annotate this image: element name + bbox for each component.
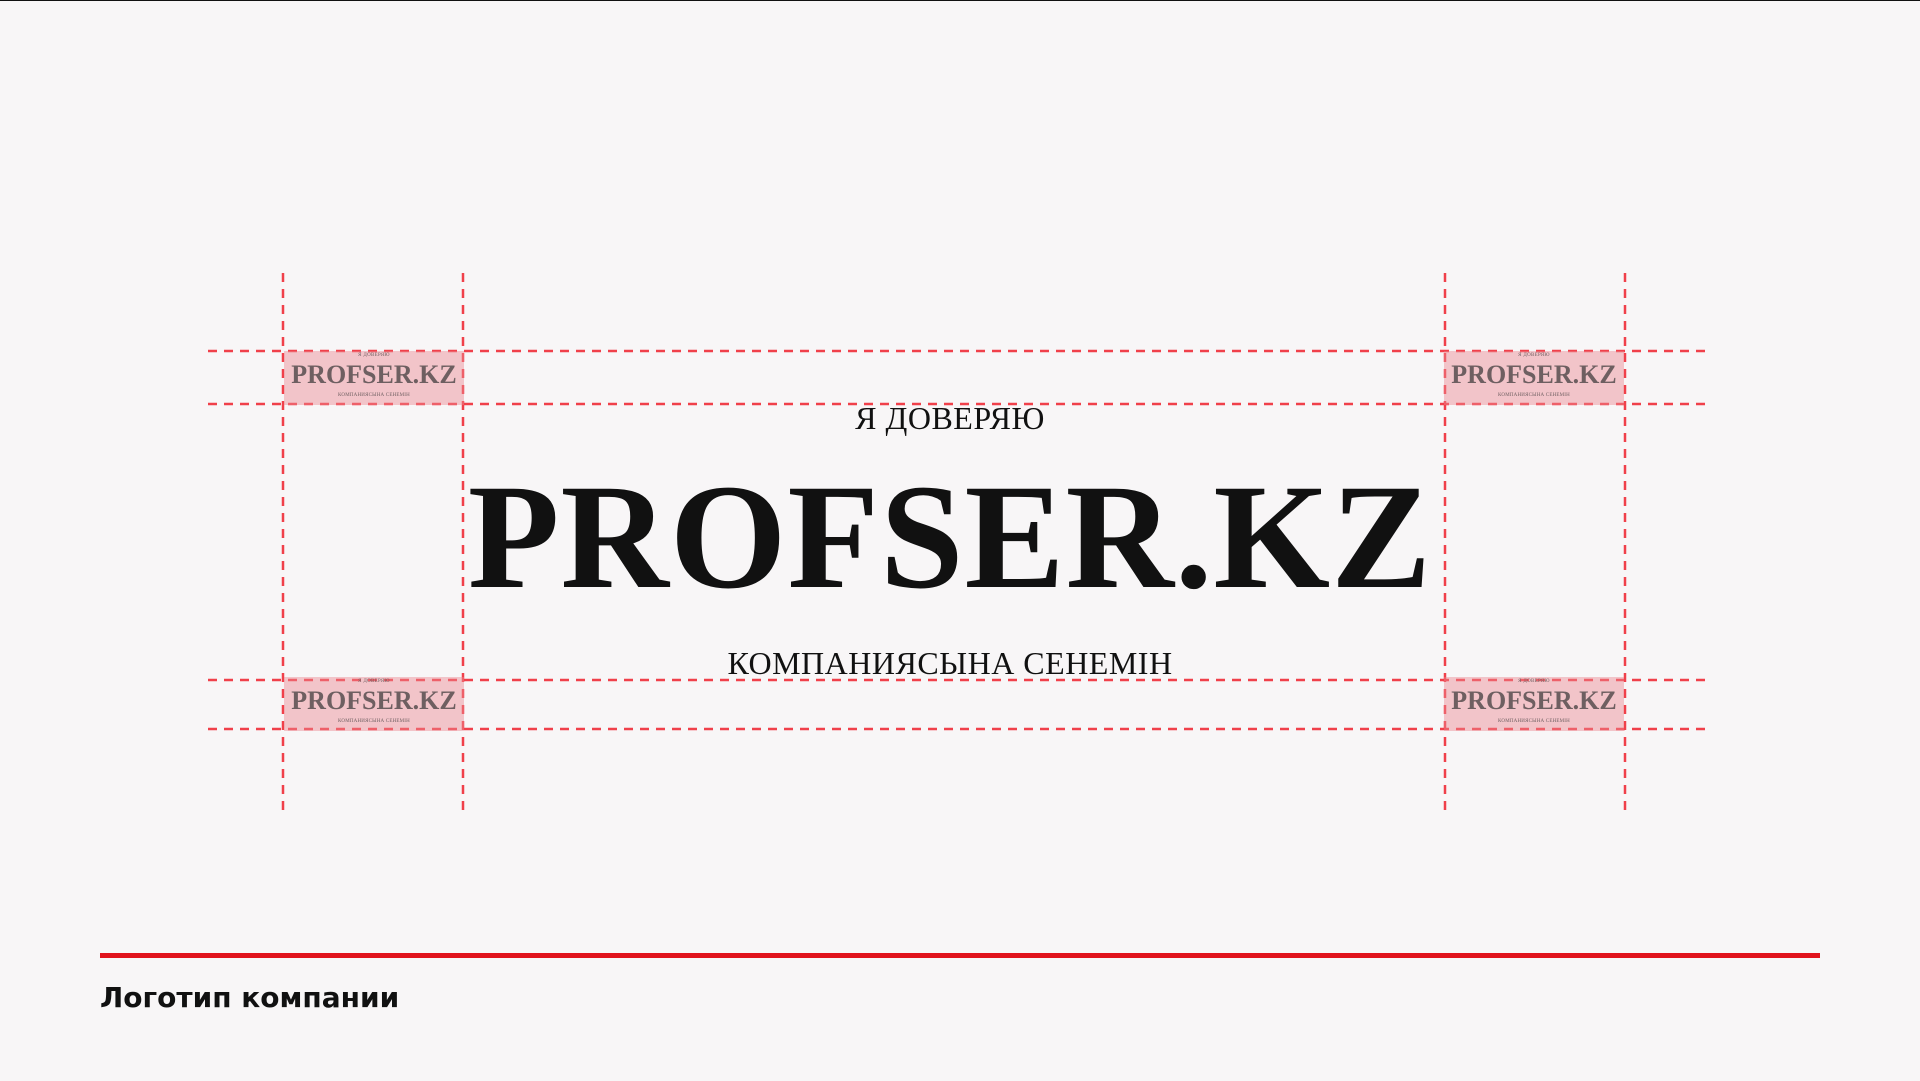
mini-logo-main-text: PROFSER.KZ [291, 686, 457, 715]
clearspace-logo-bottom-right: Я ДОВЕРЯЮ PROFSER.KZ КОМПАНИЯСЫНА СЕНЕМІ… [1444, 677, 1624, 731]
clearspace-logo-top-right: Я ДОВЕРЯЮ PROFSER.KZ КОМПАНИЯСЫНА СЕНЕМІ… [1444, 351, 1624, 405]
logo-wordmark: PROFSER.KZ [467, 454, 1433, 620]
slide-caption: Логотип компании [100, 981, 400, 1014]
mini-logo-main-text: PROFSER.KZ [291, 360, 457, 389]
logo-tagline-bottom: КОМПАНИЯСЫНА СЕНЕМІН [727, 645, 1173, 681]
footer-divider [100, 953, 1820, 958]
mini-logo-main-text: PROFSER.KZ [1451, 360, 1617, 389]
clearspace-logo-top-left: Я ДОВЕРЯЮ PROFSER.KZ КОМПАНИЯСЫНА СЕНЕМІ… [284, 351, 464, 405]
mini-logo-main-text: PROFSER.KZ [1451, 686, 1617, 715]
clearspace-logo-bottom-left: Я ДОВЕРЯЮ PROFSER.KZ КОМПАНИЯСЫНА СЕНЕМІ… [284, 677, 464, 731]
logo-tagline-top: Я ДОВЕРЯЮ [855, 400, 1045, 436]
mini-logo-bottom-text: КОМПАНИЯСЫНА СЕНЕМІН [1498, 719, 1570, 724]
mini-logo-bottom-text: КОМПАНИЯСЫНА СЕНЕМІН [338, 719, 410, 724]
mini-logo-top-text: Я ДОВЕРЯЮ [358, 353, 390, 358]
mini-logo-top-text: Я ДОВЕРЯЮ [1518, 353, 1550, 358]
